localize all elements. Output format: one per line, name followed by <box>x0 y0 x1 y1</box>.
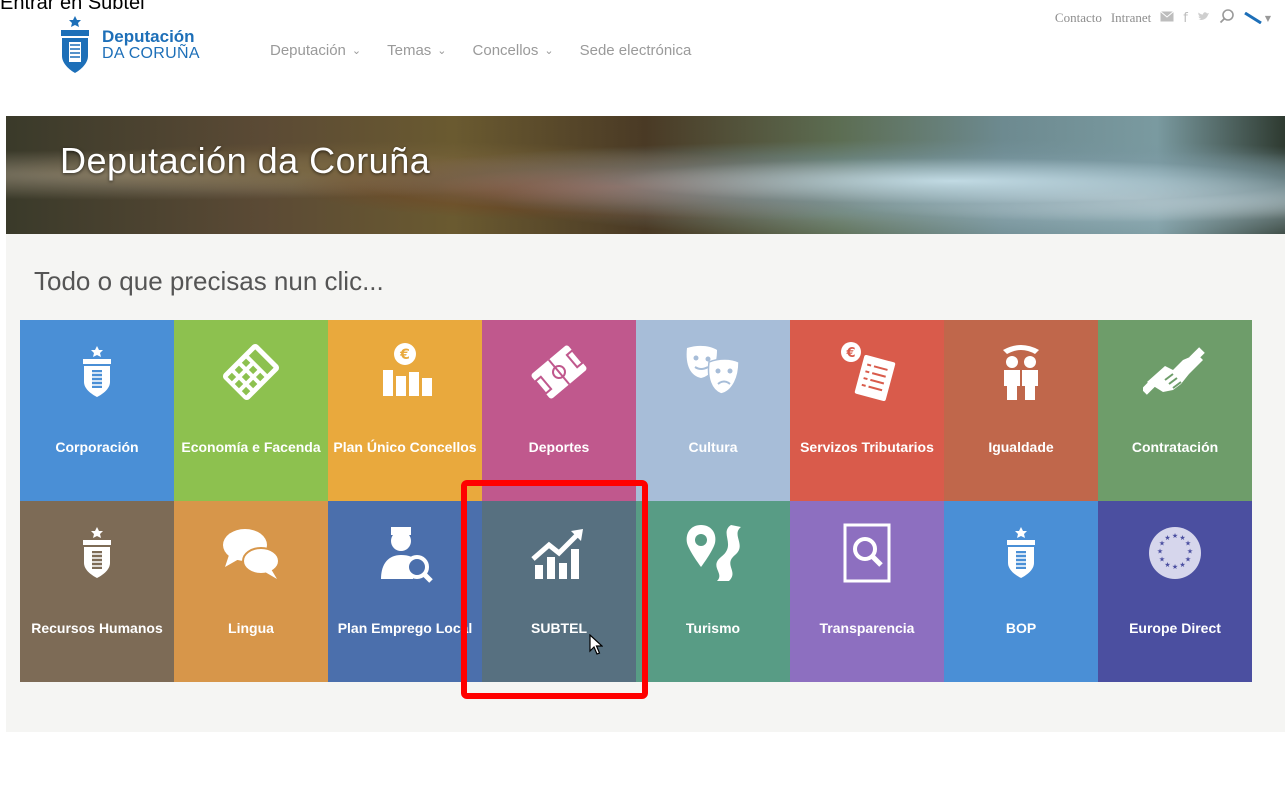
eu-stars-icon: ★ ★★★★★★★★★★★ <box>1149 527 1201 579</box>
tile-label: Corporación <box>55 439 139 455</box>
nav-label: Sede electrónica <box>579 42 692 59</box>
tile-grid: Corporación Economía e Facenda € Plan Ún… <box>20 320 1252 682</box>
tile-label: Economía e Facenda <box>181 439 321 455</box>
twitter-icon[interactable] <box>1197 11 1210 26</box>
growth-chart-icon <box>531 529 583 579</box>
mouse-cursor-icon <box>589 633 604 660</box>
svg-text:★: ★ <box>1179 561 1185 569</box>
football-field-icon <box>531 345 587 399</box>
tile-contratacion[interactable]: Contratación <box>1098 320 1252 501</box>
tile-corporacion[interactable]: Corporación <box>20 320 174 501</box>
logo-subtitle: DA CORUÑA <box>102 45 200 62</box>
tile-label: Contratación <box>1131 439 1219 455</box>
crest-icon <box>83 346 111 397</box>
top-utility-nav: Contacto Intranet f ▼ <box>1055 8 1271 28</box>
tile-label: Servizos Tributarios <box>800 439 934 455</box>
tile-plan-unico-concellos[interactable]: € Plan Único Concellos <box>328 320 482 501</box>
tile-transparencia[interactable]: Transparencia <box>790 501 944 682</box>
quick-links-section: Todo o que precisas nun clic... Corporac… <box>6 234 1285 732</box>
search-icon[interactable] <box>1219 8 1235 28</box>
tile-label: Transparencia <box>819 620 915 636</box>
tile-label: BOP <box>1005 620 1037 636</box>
tile-subtel[interactable]: SUBTEL <box>482 501 636 682</box>
nav-deputacion[interactable]: Deputación ⌄ <box>270 42 361 59</box>
svg-text:★: ★ <box>1164 561 1170 569</box>
site-logo[interactable]: Deputación DA CORUÑA <box>58 14 200 76</box>
svg-text:★: ★ <box>1157 548 1163 556</box>
hero-banner: Deputación da Coruña <box>6 116 1285 234</box>
chevron-down-icon: ⌄ <box>437 45 447 57</box>
tile-label: Cultura <box>688 439 738 455</box>
tile-economia-facenda[interactable]: Economía e Facenda <box>174 320 328 501</box>
banner-title: Deputación da Coruña <box>60 140 431 181</box>
tile-label: Europe Direct <box>1129 620 1221 636</box>
nav-concellos[interactable]: Concellos ⌄ <box>473 42 554 59</box>
tile-label: Plan Emprego Local <box>337 620 473 636</box>
language-selector[interactable]: ▼ <box>1244 12 1271 24</box>
tile-label: Plan Único Concellos <box>333 439 477 455</box>
intranet-link[interactable]: Intranet <box>1111 10 1151 26</box>
tile-label: Igualdade <box>988 439 1054 455</box>
site-header: Deputación DA CORUÑA Deputación ⌄ Temas … <box>0 0 1285 115</box>
magnifier-doc-icon <box>843 523 891 583</box>
mail-icon[interactable] <box>1160 10 1175 26</box>
crest-icon <box>1007 527 1035 578</box>
euro-chart-icon: € <box>383 343 432 396</box>
tile-deportes[interactable]: Deportes <box>482 320 636 501</box>
tile-europe-direct[interactable]: ★ ★ ★ ★ ★ ★ ★ ★ ★ ★ ★ ★ Europe Direct <box>1098 501 1252 682</box>
tile-label: Lingua <box>228 620 274 636</box>
chevron-down-icon: ⌄ <box>351 45 362 57</box>
tile-cultura[interactable]: Cultura <box>636 320 790 501</box>
tile-servizos-tributarios[interactable]: € Servizos Tributarios <box>790 320 944 501</box>
logo-title: Deputación <box>102 27 195 46</box>
tile-igualdade[interactable]: Igualdade <box>944 320 1098 501</box>
chevron-down-icon: ⌄ <box>544 45 554 57</box>
speech-bubbles-icon <box>223 529 280 579</box>
nav-temas[interactable]: Temas ⌄ <box>387 42 446 59</box>
crest-icon <box>83 527 111 578</box>
language-icon <box>1244 12 1262 24</box>
svg-text:★: ★ <box>1164 534 1170 542</box>
main-nav: Deputación ⌄ Temas ⌄ Concellos ⌄ Sede el… <box>270 42 691 59</box>
tile-label: SUBTEL <box>531 620 587 636</box>
tile-turismo[interactable]: Turismo <box>636 501 790 682</box>
svg-text:★: ★ <box>1159 556 1165 564</box>
section-subtitle: Todo o que precisas nun clic... <box>34 266 384 296</box>
map-pin-road-icon <box>686 525 741 581</box>
nav-label: Temas <box>387 42 432 59</box>
svg-text:★: ★ <box>1187 548 1193 556</box>
svg-text:€: € <box>399 347 410 363</box>
calculator-icon <box>222 343 280 401</box>
tile-recursos-humanos[interactable]: Recursos Humanos <box>20 501 174 682</box>
svg-text:★: ★ <box>1172 532 1178 540</box>
tile-label: Recursos Humanos <box>31 620 163 636</box>
person-search-icon <box>381 527 433 583</box>
chevron-down-icon: ▼ <box>1264 13 1271 23</box>
svg-text:★: ★ <box>1185 556 1191 564</box>
contact-link[interactable]: Contacto <box>1055 10 1102 26</box>
nav-label: Concellos <box>472 42 539 59</box>
svg-text:★: ★ <box>1185 540 1191 548</box>
svg-text:€: € <box>845 346 855 361</box>
nav-sede-electronica[interactable]: Sede electrónica <box>580 42 692 59</box>
facebook-icon[interactable]: f <box>1183 11 1188 26</box>
tile-label: Turismo <box>685 620 741 636</box>
handshake-icon <box>1143 347 1205 395</box>
tile-label: Deportes <box>528 439 590 455</box>
tax-document-icon: € <box>841 342 896 402</box>
tile-bop[interactable]: BOP <box>944 501 1098 682</box>
tile-plan-emprego-local[interactable]: Plan Emprego Local <box>328 501 482 682</box>
theater-masks-icon <box>686 345 740 395</box>
nav-label: Deputación <box>270 42 346 59</box>
svg-text:★: ★ <box>1172 563 1178 571</box>
crest-icon <box>61 16 89 73</box>
people-icon <box>1003 345 1039 400</box>
tile-lingua[interactable]: Lingua <box>174 501 328 682</box>
